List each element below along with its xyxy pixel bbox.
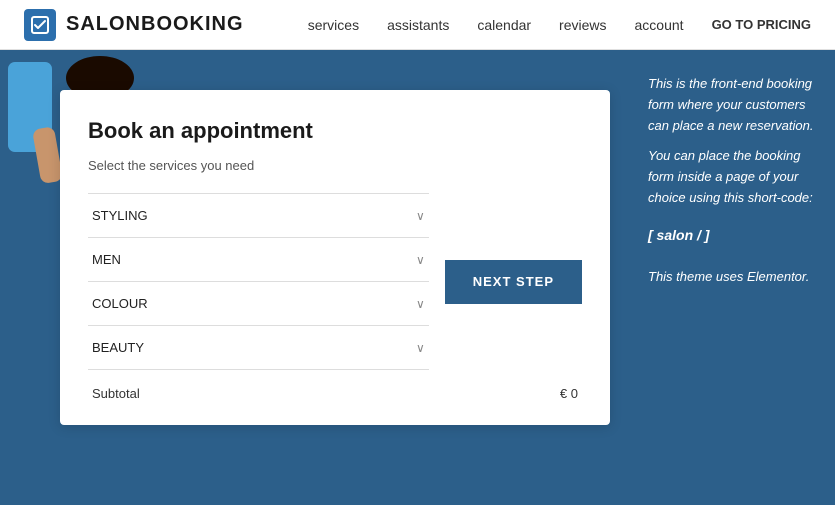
subtotal-value: € 0 — [560, 386, 578, 401]
sidebar-theme-note: This theme uses Elementor. — [648, 269, 817, 284]
nav-pricing[interactable]: GO TO PRICING — [712, 17, 811, 32]
sidebar-shortcode: [ salon / ] — [648, 227, 817, 243]
services-list: STYLING ∨ MEN ∨ COLOUR ∨ BEAUTY ∨ — [88, 193, 429, 370]
service-label-men: MEN — [92, 252, 121, 267]
chevron-down-icon: ∨ — [416, 253, 425, 267]
nav-assistants[interactable]: assistants — [387, 17, 449, 33]
site-header: SALONBOOKING services assistants calenda… — [0, 0, 835, 50]
service-row-colour[interactable]: COLOUR ∨ — [88, 282, 429, 326]
nav-reviews[interactable]: reviews — [559, 17, 606, 33]
service-label-styling: STYLING — [92, 208, 148, 223]
nav-calendar[interactable]: calendar — [477, 17, 531, 33]
chevron-down-icon: ∨ — [416, 297, 425, 311]
logo-area: SALONBOOKING — [24, 9, 244, 41]
booking-card: Book an appointment Select the services … — [60, 90, 610, 425]
booking-subtitle: Select the services you need — [88, 158, 582, 173]
subtotal-row: Subtotal € 0 — [88, 370, 582, 405]
subtotal-label: Subtotal — [92, 386, 140, 401]
service-label-colour: COLOUR — [92, 296, 148, 311]
booking-title: Book an appointment — [88, 118, 582, 144]
chevron-down-icon: ∨ — [416, 209, 425, 223]
chevron-down-icon: ∨ — [416, 341, 425, 355]
logo-text: SALONBOOKING — [66, 13, 244, 36]
service-row-beauty[interactable]: BEAUTY ∨ — [88, 326, 429, 370]
next-step-button[interactable]: NEXT STEP — [445, 260, 582, 304]
main-content: Book an appointment Select the services … — [0, 50, 835, 505]
service-row-men[interactable]: MEN ∨ — [88, 238, 429, 282]
nav-account[interactable]: account — [635, 17, 684, 33]
logo-icon — [24, 9, 56, 41]
services-next-container: STYLING ∨ MEN ∨ COLOUR ∨ BEAUTY ∨ NEXT STEP — [88, 193, 582, 370]
sidebar-paragraph2: You can place the booking form inside a … — [648, 146, 817, 208]
nav-services[interactable]: services — [308, 17, 359, 33]
hero-area: Book an appointment Select the services … — [0, 50, 630, 505]
service-row-styling[interactable]: STYLING ∨ — [88, 193, 429, 238]
sidebar-paragraph1: This is the front-end booking form where… — [648, 74, 817, 136]
service-label-beauty: BEAUTY — [92, 340, 144, 355]
right-sidebar: This is the front-end booking form where… — [630, 50, 835, 505]
main-nav: services assistants calendar reviews acc… — [308, 17, 811, 33]
